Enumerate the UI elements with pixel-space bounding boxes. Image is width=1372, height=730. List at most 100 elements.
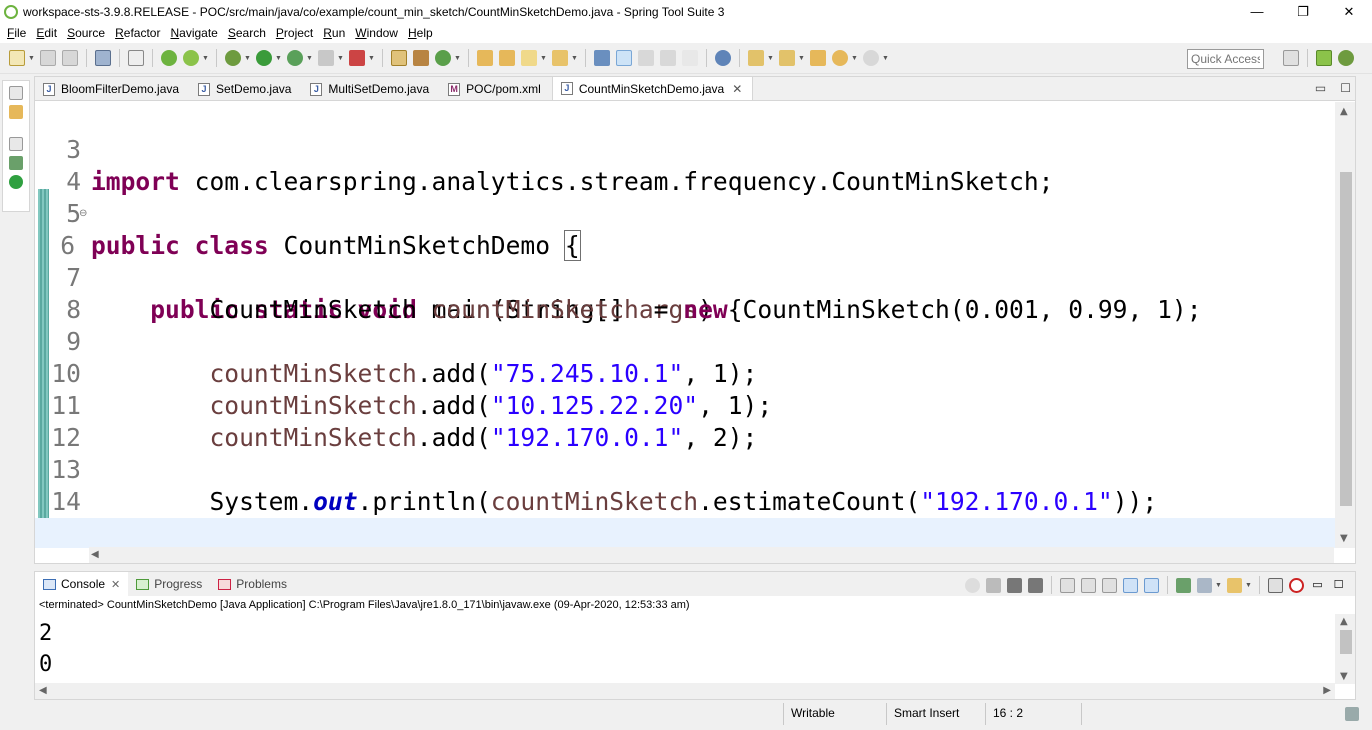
external-tools-icon[interactable] xyxy=(349,50,365,66)
open-folder-dropdown-icon[interactable]: ▼ xyxy=(571,50,578,66)
menu-source[interactable]: Source xyxy=(62,26,110,40)
menu-edit[interactable]: Edit xyxy=(31,26,62,40)
remove-all-terminated-icon[interactable] xyxy=(1028,577,1043,593)
java-perspective-icon[interactable] xyxy=(1316,50,1332,66)
spring-dropdown-icon[interactable]: ▼ xyxy=(202,50,209,66)
tab-bloomfilterdemo[interactable]: J BloomFilterDemo.java xyxy=(35,78,190,100)
display-console-dropdown-icon[interactable]: ▼ xyxy=(1215,577,1222,593)
scroll-lock-icon[interactable] xyxy=(1081,577,1096,593)
open-perspective-icon[interactable] xyxy=(1283,50,1299,66)
close-tab-icon[interactable]: ✕ xyxy=(732,82,742,96)
search-dropdown-icon[interactable]: ▼ xyxy=(540,50,547,66)
external-tools-dropdown-icon[interactable]: ▼ xyxy=(368,50,375,66)
terminal-icon[interactable] xyxy=(95,50,111,66)
boot-dashboard-icon[interactable] xyxy=(9,175,23,189)
next-annotation-icon[interactable] xyxy=(748,50,764,66)
back-dropdown-icon[interactable]: ▼ xyxy=(851,50,858,66)
menu-file[interactable]: File xyxy=(2,26,31,40)
scroll-down-icon[interactable]: ▼ xyxy=(1340,533,1348,544)
close-window-button[interactable]: ✕ xyxy=(1326,0,1372,23)
previous-annotation-icon[interactable] xyxy=(779,50,795,66)
quick-access-input[interactable] xyxy=(1187,49,1264,69)
open-folder-icon[interactable] xyxy=(552,50,568,66)
display-console-icon[interactable] xyxy=(1197,577,1212,593)
package-explorer-icon[interactable] xyxy=(9,105,23,119)
coverage-dropdown-icon[interactable]: ▼ xyxy=(306,50,313,66)
run-dropdown-icon[interactable]: ▼ xyxy=(275,50,282,66)
show-on-stderr-icon[interactable] xyxy=(1144,577,1159,593)
save-all-icon[interactable] xyxy=(62,50,78,66)
forward-dropdown-icon[interactable]: ▼ xyxy=(882,50,889,66)
relaunch-icon[interactable] xyxy=(965,577,980,593)
scrollbar-thumb[interactable] xyxy=(1340,172,1352,506)
console-horizontal-scrollbar[interactable]: ◀ ▶ xyxy=(35,683,1335,699)
show-on-stdout-icon[interactable] xyxy=(1123,577,1138,593)
scroll-down-icon[interactable]: ▼ xyxy=(1340,671,1348,682)
tab-progress[interactable]: Progress xyxy=(128,572,210,596)
restore-button[interactable]: ❐ xyxy=(1280,0,1326,23)
block-selection-icon[interactable] xyxy=(638,50,654,66)
menu-project[interactable]: Project xyxy=(271,26,318,40)
code-editor[interactable]: 3 import com.clearspring.analytics.strea… xyxy=(35,102,1335,548)
last-edit-location-icon[interactable] xyxy=(810,50,826,66)
scroll-left-icon[interactable]: ◀ xyxy=(91,549,99,560)
copy-icon[interactable] xyxy=(1268,577,1283,593)
console-output[interactable]: 2 0 xyxy=(39,618,1339,680)
new-package-icon[interactable] xyxy=(413,50,429,66)
maximize-editor-icon[interactable]: ☐ xyxy=(1340,81,1351,95)
globe-icon[interactable] xyxy=(715,50,731,66)
clear-console-icon[interactable] xyxy=(1060,577,1075,593)
minimize-editor-icon[interactable]: ▭ xyxy=(1315,81,1326,95)
scrollbar-thumb[interactable] xyxy=(1340,630,1352,654)
toggle-breadcrumb-icon[interactable] xyxy=(594,50,610,66)
debug-icon[interactable] xyxy=(225,50,241,66)
tab-multisetdemo[interactable]: J MultiSetDemo.java xyxy=(302,78,440,100)
new-dropdown-icon[interactable]: ▼ xyxy=(28,50,35,66)
scroll-left-icon[interactable]: ◀ xyxy=(39,685,47,696)
scroll-up-icon[interactable]: ▲ xyxy=(1340,616,1348,627)
new-class-icon[interactable] xyxy=(435,50,451,66)
search-wand-icon[interactable] xyxy=(521,50,537,66)
scroll-right-icon[interactable]: ▶ xyxy=(1323,685,1331,696)
tab-pom-xml[interactable]: M POC/pom.xml xyxy=(440,78,552,100)
word-wrap-icon[interactable] xyxy=(660,50,676,66)
remove-launch-icon[interactable] xyxy=(1007,577,1022,593)
word-wrap-icon[interactable] xyxy=(1102,577,1117,593)
minimize-button[interactable]: — xyxy=(1234,0,1280,23)
minimize-view-icon[interactable]: ▭ xyxy=(1310,578,1325,593)
skip-breakpoints-icon[interactable] xyxy=(128,50,144,66)
forward-icon[interactable] xyxy=(863,50,879,66)
menu-search[interactable]: Search xyxy=(223,26,271,40)
editor-vertical-scrollbar[interactable]: ▲ ▼ xyxy=(1335,102,1355,548)
menu-help[interactable]: Help xyxy=(403,26,438,40)
pin-console-icon[interactable] xyxy=(1176,577,1191,593)
back-icon[interactable] xyxy=(832,50,848,66)
stop-icon[interactable] xyxy=(318,50,334,66)
debug-perspective-icon[interactable] xyxy=(1338,50,1354,66)
open-type-icon[interactable] xyxy=(477,50,493,66)
tab-setdemo[interactable]: J SetDemo.java xyxy=(190,78,302,100)
boot-dashboard-icon[interactable] xyxy=(161,50,177,66)
tab-problems[interactable]: Problems xyxy=(210,572,295,596)
menu-refactor[interactable]: Refactor xyxy=(110,26,165,40)
close-tab-icon[interactable]: ✕ xyxy=(111,578,120,591)
collapse-icon[interactable]: ⊖ xyxy=(79,198,87,230)
notification-icon[interactable] xyxy=(1345,707,1359,721)
open-console-icon[interactable] xyxy=(1227,577,1242,593)
tab-countminsketchdemo[interactable]: J CountMinSketchDemo.java ✕ xyxy=(551,76,754,100)
new-icon[interactable] xyxy=(9,50,25,66)
restore-view-icon[interactable] xyxy=(9,137,23,151)
save-icon[interactable] xyxy=(40,50,56,66)
coverage-icon[interactable] xyxy=(287,50,303,66)
new-class-dropdown-icon[interactable]: ▼ xyxy=(454,50,461,66)
debug-dropdown-icon[interactable]: ▼ xyxy=(244,50,251,66)
outline-icon[interactable] xyxy=(9,156,23,170)
stop-dropdown-icon[interactable]: ▼ xyxy=(337,50,344,66)
menu-run[interactable]: Run xyxy=(318,26,350,40)
open-task-icon[interactable] xyxy=(499,50,515,66)
show-whitespace-icon[interactable] xyxy=(682,50,698,66)
new-java-project-icon[interactable] xyxy=(391,50,407,66)
previous-annotation-dropdown-icon[interactable]: ▼ xyxy=(798,50,805,66)
open-console-dropdown-icon[interactable]: ▼ xyxy=(1245,577,1252,593)
restore-view-icon[interactable] xyxy=(9,86,23,100)
